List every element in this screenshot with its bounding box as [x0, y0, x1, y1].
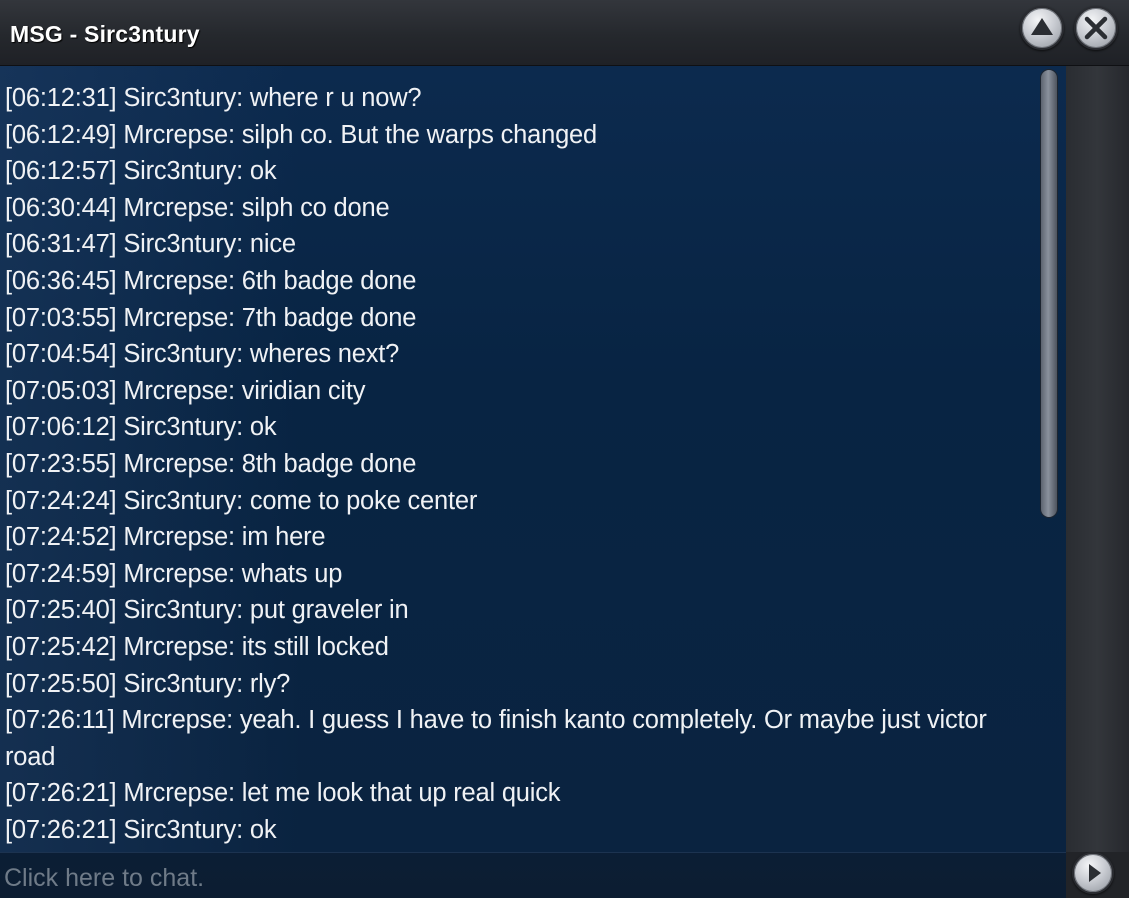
message-line: [07:05:03] Mrcrepse: viridian city — [5, 376, 366, 405]
message-line: [07:03:55] Mrcrepse: 7th badge done — [5, 303, 417, 332]
chat-window: MSG - Sirc3ntury [06:12:31] Sirc3ntury: … — [0, 0, 1129, 898]
message-log: [06:12:31] Sirc3ntury: where r u now? [0… — [0, 66, 1066, 852]
window-title: MSG - Sirc3ntury — [10, 21, 200, 47]
message-line: [07:25:40] Sirc3ntury: put graveler in — [5, 596, 409, 625]
message-line: [07:24:24] Sirc3ntury: come to poke cent… — [5, 486, 478, 515]
message-line: [06:12:49] Mrcrepse: silph co. But the w… — [5, 120, 598, 149]
message-line: [06:30:44] Mrcrepse: silph co done — [5, 193, 390, 222]
close-icon — [1084, 16, 1108, 40]
play-arrow-icon — [1089, 864, 1101, 882]
message-line: [07:26:21] Sirc3ntury: ok — [5, 815, 277, 844]
message-line: [07:25:50] Sirc3ntury: rly? — [5, 669, 291, 698]
message-line: [07:25:42] Mrcrepse: its still locked — [5, 632, 389, 661]
scrollbar-thumb[interactable] — [1041, 70, 1057, 517]
chat-input[interactable]: Click here to chat. — [0, 852, 1066, 898]
message-line: [07:24:52] Mrcrepse: im here — [5, 523, 326, 552]
message-line: [07:23:55] Mrcrepse: 8th badge done — [5, 449, 417, 478]
close-button[interactable] — [1074, 6, 1118, 50]
title-bar[interactable]: MSG - Sirc3ntury — [0, 0, 1129, 66]
chat-input-placeholder: Click here to chat. — [4, 864, 205, 892]
message-line: [07:26:11] Mrcrepse: yeah. I guess I hav… — [5, 706, 987, 771]
message-line: [06:36:45] Mrcrepse: 6th badge done — [5, 266, 417, 295]
message-line: [07:06:12] Sirc3ntury: ok — [5, 413, 277, 442]
message-line: [06:12:57] Sirc3ntury: ok — [5, 157, 277, 186]
message-list: [06:12:31] Sirc3ntury: where r u now? [0… — [5, 80, 1035, 848]
message-line: [07:04:54] Sirc3ntury: wheres next? — [5, 340, 400, 369]
minimize-button[interactable] — [1020, 6, 1064, 50]
message-line: [06:12:31] Sirc3ntury: where r u now? — [5, 84, 422, 112]
message-line: [07:24:59] Mrcrepse: whats up — [5, 559, 343, 588]
chevron-up-icon — [1031, 18, 1053, 35]
message-line: [07:26:21] Mrcrepse: let me look that up… — [5, 779, 561, 808]
right-rail — [1066, 66, 1129, 852]
send-button[interactable] — [1072, 852, 1114, 894]
message-line: [06:31:47] Sirc3ntury: nice — [5, 230, 296, 259]
